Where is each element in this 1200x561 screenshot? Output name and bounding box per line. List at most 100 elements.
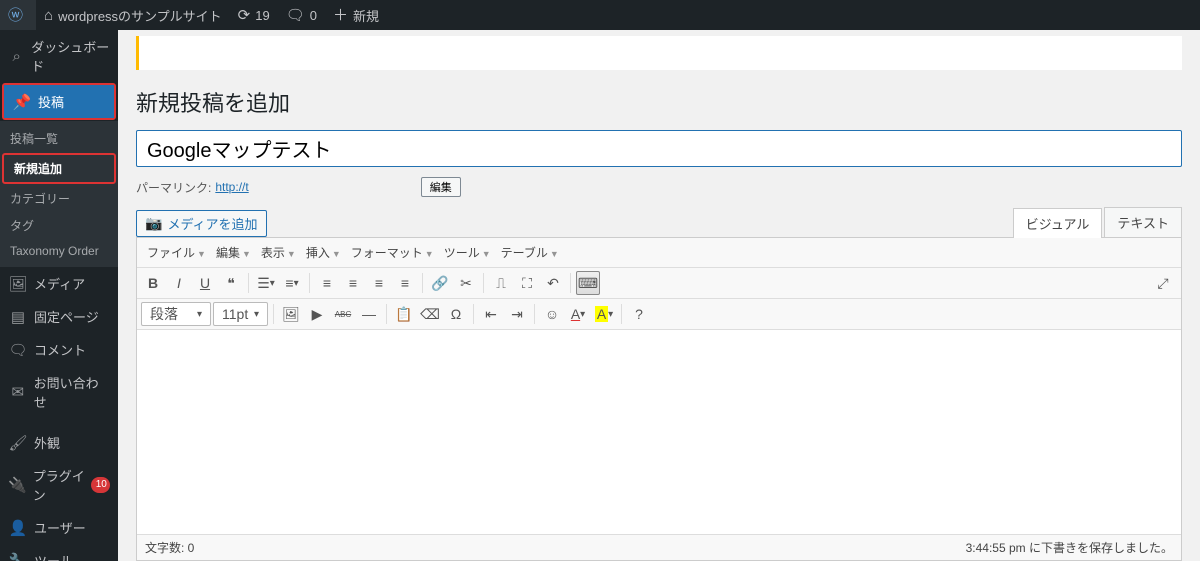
outdent-button[interactable]: ⇤	[479, 302, 503, 326]
sidebar-item-posts[interactable]: 📌 投稿	[4, 85, 114, 118]
wp-logo[interactable]: ⓦ	[0, 0, 36, 30]
camera-icon: 📷	[145, 215, 162, 232]
sidebar-item-pages[interactable]: ▤固定ページ	[0, 300, 118, 333]
align-justify-button[interactable]: ≡	[393, 271, 417, 295]
sidebar-item-users[interactable]: 👤ユーザー	[0, 511, 118, 544]
page-title: 新規投稿を追加	[136, 86, 1182, 118]
video-icon: ▶	[312, 306, 323, 323]
italic-button[interactable]: I	[167, 271, 191, 295]
more-button[interactable]: ⎍	[489, 271, 513, 295]
menu-tools[interactable]: ツール▼	[440, 242, 495, 263]
media-icon: 🖼	[8, 275, 28, 293]
fontsize-select[interactable]: 11pt▾	[213, 302, 268, 326]
sidebar-label-posts: 投稿	[38, 92, 64, 111]
editor-toolbar-2: 段落▾ 11pt▾ 🖼 ▶ ABC — 📋 ⌫ Ω ⇤ ⇥ ☺ A▾ A▾ ?	[137, 299, 1181, 330]
sidebar-item-tools[interactable]: 🔧ツール	[0, 544, 118, 561]
plus-icon: ＋	[333, 8, 348, 23]
strike-button[interactable]: ABC	[331, 302, 355, 326]
editor-canvas[interactable]	[137, 330, 1181, 534]
permalink-url[interactable]: http://t	[215, 180, 248, 194]
unlink-button[interactable]: ✂	[454, 271, 478, 295]
sidebar-item-dashboard[interactable]: ⌕ダッシュボード	[0, 30, 118, 82]
add-media-button[interactable]: 📷メディアを追加	[136, 210, 267, 237]
page-icon: ▤	[8, 308, 28, 326]
sub-taxonomy-order[interactable]: Taxonomy Order	[0, 239, 118, 263]
list-ul-icon: ☰	[257, 275, 270, 292]
post-title-input[interactable]	[136, 130, 1182, 167]
align-right-icon: ≡	[375, 275, 383, 291]
notice-box	[136, 36, 1182, 70]
sidebar-label-plugins: プラグイン	[33, 466, 87, 504]
menu-edit[interactable]: 編集▼	[212, 242, 255, 263]
link-button[interactable]: 🔗	[428, 271, 452, 295]
editor-menubar: ファイル▼ 編集▼ 表示▼ 挿入▼ フォーマット▼ ツール▼ テーブル▼	[137, 238, 1181, 268]
dashboard-icon: ⌕	[8, 48, 25, 65]
bgcolor-button[interactable]: A▾	[592, 302, 616, 326]
align-justify-icon: ≡	[401, 275, 409, 291]
sub-tags[interactable]: タグ	[0, 212, 118, 239]
menu-format[interactable]: フォーマット▼	[347, 242, 438, 263]
emoji-button[interactable]: ☺	[540, 302, 564, 326]
paragraph-select[interactable]: 段落▾	[141, 302, 211, 326]
paste-button[interactable]: 📋	[392, 302, 416, 326]
new-link[interactable]: ＋新規	[325, 0, 387, 30]
toolbar-toggle-button[interactable]: ⌨	[576, 271, 600, 295]
sidebar-label-media: メディア	[34, 274, 85, 293]
image-button[interactable]: 🖼	[279, 302, 303, 326]
media-button[interactable]: ▶	[305, 302, 329, 326]
blockquote-button[interactable]: ❝	[219, 271, 243, 295]
tab-visual[interactable]: ビジュアル	[1013, 208, 1103, 238]
sub-categories[interactable]: カテゴリー	[0, 185, 118, 212]
align-left-icon: ≡	[323, 275, 331, 291]
align-right-button[interactable]: ≡	[367, 271, 391, 295]
sidebar-item-appearance[interactable]: 🖌外観	[0, 426, 118, 459]
comments-link[interactable]: 🗨0	[278, 0, 325, 30]
mail-icon: ✉	[8, 383, 28, 401]
wordpress-icon: ⓦ	[8, 8, 23, 23]
menu-view[interactable]: 表示▼	[257, 242, 300, 263]
textcolor-button[interactable]: A▾	[566, 302, 590, 326]
admin-sidebar: ⌕ダッシュボード 📌 投稿 投稿一覧 新規追加 カテゴリー タグ Taxonomy…	[0, 30, 118, 561]
pin-icon: 📌	[12, 93, 32, 111]
align-center-icon: ≡	[349, 275, 357, 291]
sidebar-item-comments[interactable]: 🗨コメント	[0, 333, 118, 366]
posts-submenu: 投稿一覧 新規追加 カテゴリー タグ Taxonomy Order	[0, 121, 118, 267]
align-center-button[interactable]: ≡	[341, 271, 365, 295]
menu-table[interactable]: テーブル▼	[497, 242, 563, 263]
sub-posts-new[interactable]: 新規追加	[4, 155, 114, 182]
editor-top-row: 📷メディアを追加 ビジュアル テキスト	[136, 207, 1182, 237]
refresh-count: 19	[255, 8, 269, 23]
fullscreen-button[interactable]: ⛶	[515, 271, 539, 295]
sidebar-item-media[interactable]: 🖼 メディア	[0, 267, 118, 300]
help-button[interactable]: ?	[627, 302, 651, 326]
sub-posts-list[interactable]: 投稿一覧	[0, 125, 118, 152]
editor-toolbar-1: B I U ❝ ☰▾ ≡▾ ≡ ≡ ≡ ≡ 🔗 ✂ ⎍ ⛶ ↶ ⌨ ⤢	[137, 268, 1181, 299]
ol-button[interactable]: ≡▾	[280, 271, 304, 295]
edit-permalink-button[interactable]: 編集	[421, 177, 461, 197]
list-ol-icon: ≡	[285, 275, 293, 291]
sidebar-item-plugins[interactable]: 🔌プラグイン10	[0, 459, 118, 511]
sidebar-label-tools: ツール	[34, 551, 73, 561]
distraction-free-button[interactable]: ⤢	[1151, 271, 1175, 295]
clear-format-button[interactable]: ⌫	[418, 302, 442, 326]
align-left-button[interactable]: ≡	[315, 271, 339, 295]
indent-button[interactable]: ⇥	[505, 302, 529, 326]
specialchar-button[interactable]: Ω	[444, 302, 468, 326]
hr-button[interactable]: —	[357, 302, 381, 326]
comments-count: 0	[310, 8, 317, 23]
bold-button[interactable]: B	[141, 271, 165, 295]
main: 新規投稿を追加 パーマリンク: http://t 編集 📷メディアを追加 ビジュ…	[118, 0, 1200, 561]
undo-button[interactable]: ↶	[541, 271, 565, 295]
sidebar-item-contact[interactable]: ✉お問い合わせ	[0, 366, 118, 418]
tab-text[interactable]: テキスト	[1104, 207, 1182, 237]
ul-button[interactable]: ☰▾	[254, 271, 278, 295]
plugins-badge: 10	[91, 477, 110, 493]
refresh-link[interactable]: ⟳19	[230, 0, 278, 30]
menu-insert[interactable]: 挿入▼	[302, 242, 345, 263]
permalink-row: パーマリンク: http://t 編集	[136, 177, 1182, 197]
bg-color-icon: A	[595, 306, 608, 322]
site-link[interactable]: ⌂wordpressのサンプルサイト	[36, 0, 230, 30]
menu-file[interactable]: ファイル▼	[143, 242, 210, 263]
unlink-icon: ✂	[460, 275, 472, 292]
underline-button[interactable]: U	[193, 271, 217, 295]
